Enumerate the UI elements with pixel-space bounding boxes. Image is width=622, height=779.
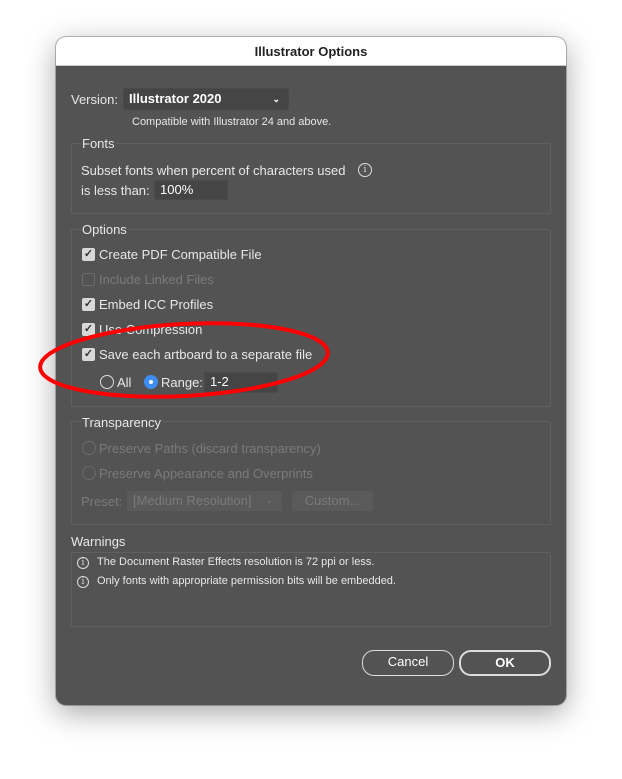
red-annotation-ellipse bbox=[38, 321, 330, 399]
